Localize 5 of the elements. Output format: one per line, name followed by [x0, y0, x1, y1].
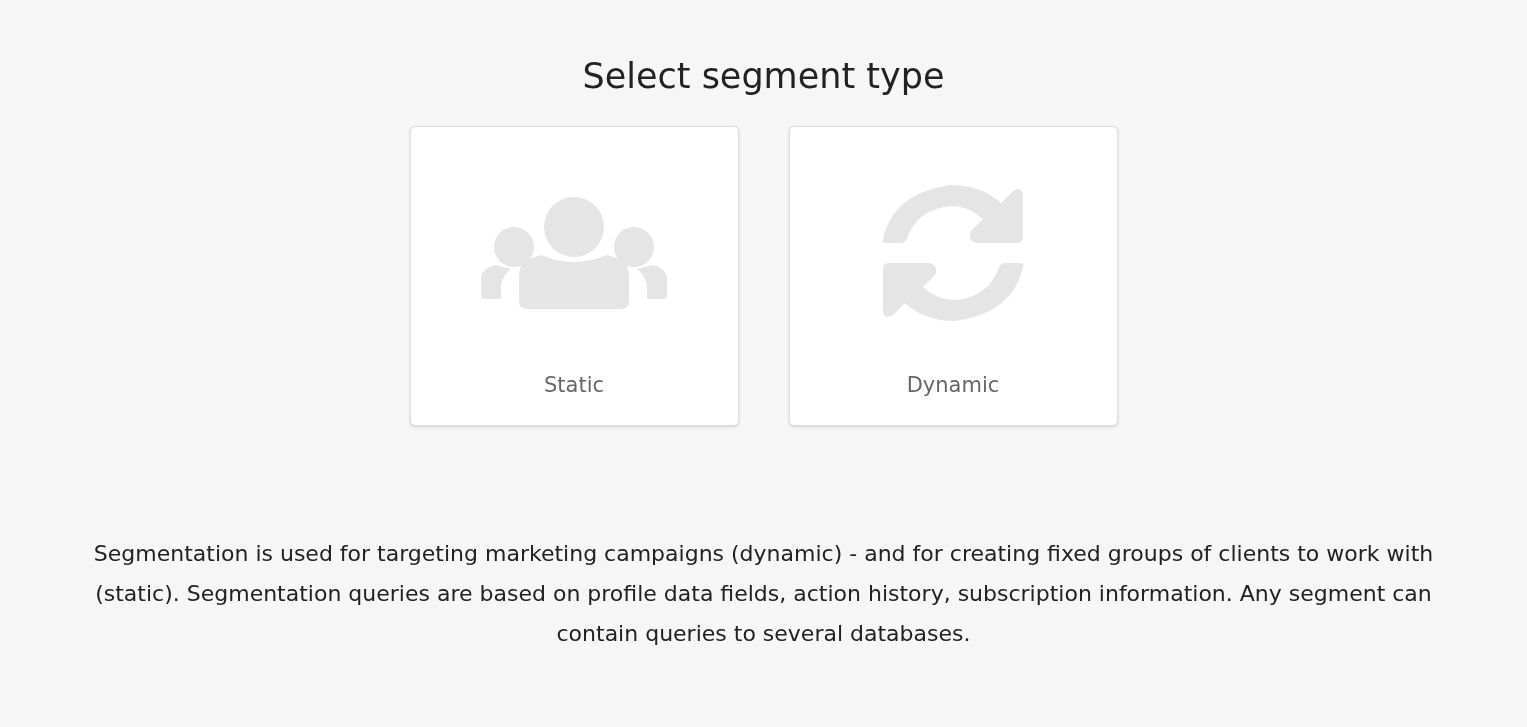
- page-title: Select segment type: [582, 55, 945, 98]
- users-icon: [481, 197, 667, 309]
- segment-type-card[interactable]: Dynamic: [788, 126, 1118, 426]
- description-text: Segmentation is used for targeting marketing campaigns (dynamic) - and for creating fixed groups of clients to work with (static). Segmentation queries are based on profile data fields, action history, subscription information. Any segment can contain queries to several databases.: [92, 540, 1435, 648]
- segment-type-card[interactable]: Static: [409, 126, 739, 426]
